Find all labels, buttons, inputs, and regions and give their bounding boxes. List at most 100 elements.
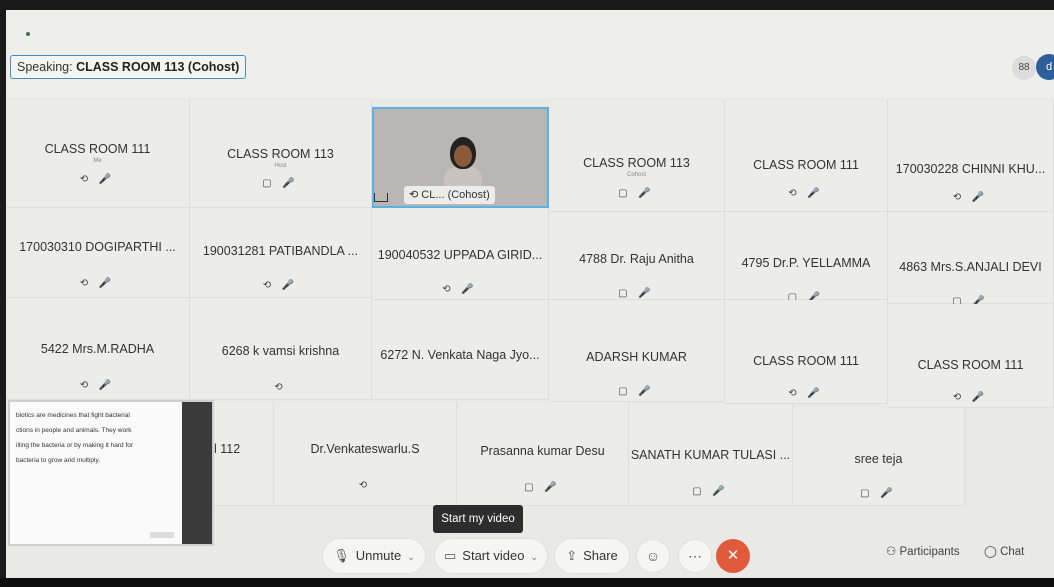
participant-tile[interactable]: CLASS ROOM 111 ⟲ 🎤 (725, 300, 888, 404)
participant-name: CLASS ROOM 111 (753, 158, 859, 172)
participant-name: SANATH KUMAR TULASI ... (630, 448, 791, 462)
participant-status-icons: ▢ 🎤 (618, 188, 655, 199)
active-speaker-label: Speaking: CLASS ROOM 113 (Cohost) (10, 55, 247, 79)
participant-name: CLASS ROOM 111 (753, 354, 859, 368)
share-button[interactable]: ⇪ Share (554, 538, 630, 574)
reactions-icon[interactable]: ☺ (636, 539, 670, 573)
video-name-label: ⟲ CL... (Cohost) (404, 186, 495, 204)
participant-status-icons: ⟲ 🎤 (442, 284, 478, 295)
participant-tile[interactable]: 170030310 DOGIPARTHI ... ⟲ 🎤 (6, 208, 190, 298)
participant-name: 6272 N. Venkata Naga Jyo... (380, 348, 540, 362)
slide-line: ctions in people and animals. They work (16, 427, 132, 434)
chat-icon: ◯ (984, 546, 1001, 558)
participant-name: CLASS ROOM 113 (583, 156, 690, 170)
participants-icon: ⚇ (886, 546, 900, 558)
participant-tile[interactable]: 170030228 CHINNI KHU... ⟲ 🎤 (888, 100, 1054, 212)
participant-tile[interactable]: 190031281 PATIBANDLA ... ⟲ 🎤 (190, 208, 372, 298)
participant-tile[interactable]: ADARSH KUMAR ▢ 🎤 (549, 300, 725, 402)
participant-name: CLASS ROOM 113 (227, 147, 334, 161)
participant-tile[interactable]: l 112 (214, 402, 274, 506)
status-dot (26, 32, 30, 36)
participant-name: 4863 Mrs.S.ANJALI DEVI (899, 260, 1042, 274)
participant-status-icons: ▢ 🎤 (262, 178, 299, 189)
os-taskbar (0, 578, 1054, 587)
video-label-text: CL... (Cohost) (421, 189, 490, 201)
participant-name: Prasanna kumar Desu (480, 444, 605, 458)
participant-status-icons: ⟲ 🎤 (788, 188, 824, 199)
participant-status-icons: ▢ 🎤 (860, 488, 897, 499)
participant-name: 170030310 DOGIPARTHI ... (19, 240, 176, 254)
meeting-controls: 🎙 Unmute ⌄ ▭ Start video ⌄ ⇪ Share ☺ ⋯ ✕ ⚇ Pa… (6, 536, 1054, 578)
meeting-window: Speaking: CLASS ROOM 113 (Cohost) 88 d C… (6, 10, 1054, 578)
unmute-button[interactable]: 🎙 Unmute ⌄ (322, 538, 426, 574)
participant-name: Dr.Venkateswarlu.S (310, 442, 420, 456)
more-options-icon[interactable]: ⋯ (678, 539, 712, 573)
participant-role: Cohost (626, 172, 646, 178)
participant-tile[interactable]: SANATH KUMAR TULASI ... ▢ 🎤 (629, 404, 793, 506)
slide-text: biotics are medicines that fight bacteri… (10, 402, 182, 544)
participant-status-icons: ⟲ 🎤 (788, 388, 824, 399)
start-video-label: Start video (462, 548, 525, 563)
close-icon: ✕ (726, 547, 740, 564)
share-label: Share (583, 548, 618, 563)
participant-tile[interactable]: 6268 k vamsi krishna ⟲ (190, 298, 372, 400)
end-call-button[interactable]: ✕ (716, 539, 750, 573)
top-bar: Speaking: CLASS ROOM 113 (Cohost) 88 d (6, 10, 1054, 98)
participant-tile[interactable]: Dr.Venkateswarlu.S ⟲ (274, 402, 457, 506)
participant-name: CLASS ROOM 111 (44, 142, 151, 156)
participant-video (444, 137, 482, 197)
participant-status-icons: ▢ 🎤 (524, 482, 561, 493)
participant-tile[interactable]: CLASS ROOM 111 ⟲ 🎤 (888, 304, 1054, 408)
participant-name: 190040532 UPPADA GIRID... (377, 248, 543, 262)
participants-button[interactable]: ⚇ Participants (886, 544, 960, 558)
participant-tile[interactable]: 190040532 UPPADA GIRID... ⟲ 🎤 (372, 208, 549, 300)
participant-tile[interactable]: 4863 Mrs.S.ANJALI DEVI ▢ 🎤 (888, 212, 1054, 307)
participant-status-icons: ⟲ 🎤 (952, 192, 989, 203)
participant-status-icons: ▢ 🎤 (692, 486, 729, 497)
avatar[interactable]: d (1036, 54, 1054, 80)
chevron-down-icon[interactable]: ⌄ (530, 552, 538, 562)
participant-role: Host (274, 163, 287, 169)
participant-tile[interactable]: sree teja ▢ 🎤 (793, 408, 965, 506)
participant-name: l 112 (214, 442, 241, 456)
participant-status-icons: ▢ 🎤 (618, 288, 655, 299)
participant-status-icons: ⟲ 🎤 (79, 174, 116, 185)
participant-tile[interactable]: CLASS ROOM 113 Host ▢ 🎤 (190, 100, 372, 208)
slide-line: biotics are medicines that fight bacteri… (16, 412, 130, 419)
chat-button[interactable]: ◯ Chat (984, 544, 1024, 558)
grid-layout-icon[interactable]: 88 (1012, 56, 1036, 80)
participant-status-icons: ⟲ 🎤 (952, 392, 989, 403)
chat-label: Chat (1000, 546, 1025, 558)
unmute-label: Unmute (355, 548, 402, 563)
participant-name: 190031281 PATIBANDLA ... (202, 244, 359, 258)
chevron-down-icon[interactable]: ⌄ (407, 552, 415, 562)
participant-tile[interactable]: CLASS ROOM 111 Me ⟲ 🎤 (6, 100, 190, 208)
participant-tile[interactable]: Prasanna kumar Desu ▢ 🎤 (457, 402, 629, 506)
participant-name: 4795 Dr.P. YELLAMMA (741, 256, 871, 270)
participant-status-icons: ⟲ 🎤 (262, 280, 299, 291)
participant-tile[interactable]: CLASS ROOM 111 ⟲ 🎤 (725, 100, 888, 212)
participant-tile[interactable]: 6272 N. Venkata Naga Jyo... (372, 300, 549, 400)
participant-status-icons: ⟲ 🎤 (79, 380, 116, 391)
participant-status-icons: ⟲ 🎤 (79, 278, 116, 289)
speaking-prefix: Speaking: (17, 60, 77, 74)
participant-name: 5422 Mrs.M.RADHA (40, 342, 155, 356)
start-video-button[interactable]: ▭ Start video ⌄ (434, 538, 548, 574)
participant-status-icons: ⟲ (274, 382, 287, 393)
mic-muted-icon: 🎙 (333, 548, 350, 563)
participant-name: sree teja (854, 452, 903, 466)
pin-icon (374, 193, 388, 202)
shared-content-preview[interactable]: biotics are medicines that fight bacteri… (8, 400, 214, 546)
participant-name: ADARSH KUMAR (586, 350, 687, 364)
participant-tile[interactable]: 4795 Dr.P. YELLAMMA ▢ 🎤 (725, 212, 888, 303)
speaking-name: CLASS ROOM 113 (Cohost) (76, 60, 240, 74)
share-icon: ⇪ (566, 548, 578, 563)
video-off-icon: ▭ (444, 548, 457, 563)
participant-tile[interactable]: CLASS ROOM 113 Cohost ▢ 🎤 (549, 100, 725, 212)
participant-tile[interactable]: 5422 Mrs.M.RADHA ⟲ 🎤 (6, 298, 190, 400)
participant-role: Me (93, 158, 102, 164)
participant-status-icons: ⟲ (358, 480, 372, 491)
participant-status-icons: ▢ 🎤 (618, 386, 655, 397)
video-tile-cohost[interactable]: ⟲ CL... (Cohost) (372, 107, 549, 208)
participant-tile[interactable]: 4788 Dr. Raju Anitha ▢ 🎤 (549, 212, 725, 300)
